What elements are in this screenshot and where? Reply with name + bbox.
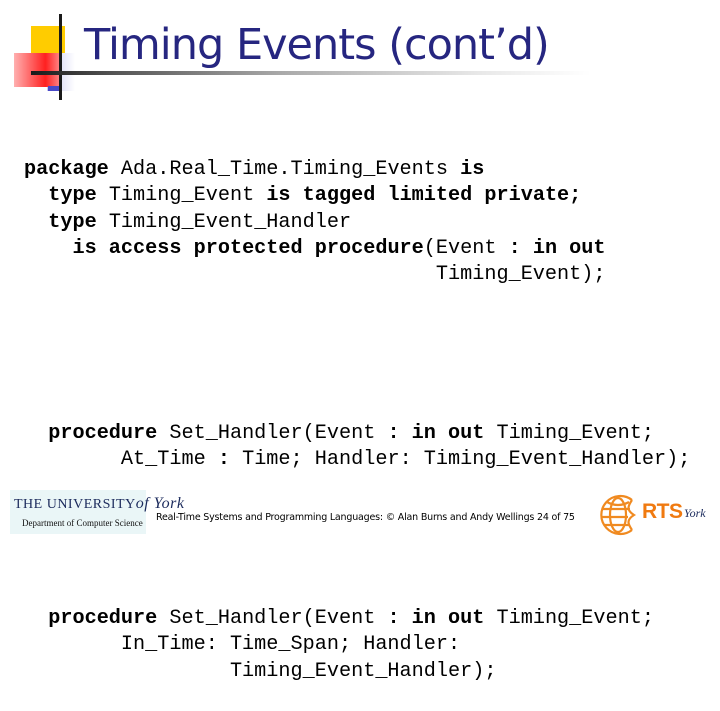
code-text: At_Time xyxy=(24,448,218,472)
code-listing: package Ada.Real_Time.Timing_Events is t… xyxy=(24,104,690,711)
code-line: At_Time : Time; Handler: Timing_Event_Ha… xyxy=(24,447,690,473)
title-decoration xyxy=(0,0,90,100)
globe-icon xyxy=(600,494,637,536)
code-text: Timing_Event xyxy=(96,184,267,208)
code-text: (Event xyxy=(423,237,509,261)
code-keyword: is access protected procedure xyxy=(72,237,424,261)
code-text: Timing_Event; xyxy=(484,606,654,630)
footer-citation: Real-Time Systems and Programming Langua… xyxy=(156,512,575,523)
york-logo-department: Department of Computer Science xyxy=(22,518,143,528)
code-keyword: type xyxy=(48,184,97,208)
code-line: type Timing_Event_Handler xyxy=(24,210,690,236)
code-keyword: procedure xyxy=(48,606,158,630)
vertical-rule xyxy=(59,14,62,100)
package-declaration-block: package Ada.Real_Time.Timing_Events is t… xyxy=(24,157,690,289)
red-square-decoration xyxy=(14,53,59,87)
code-keyword: : in out xyxy=(387,421,485,445)
code-text: Set_Handler(Event xyxy=(157,606,388,630)
code-text: Ada.Real_Time.Timing_Events xyxy=(108,157,461,181)
code-text: Timing_Event; xyxy=(484,421,654,445)
slide-title: Timing Events (cont’d) xyxy=(84,20,550,70)
code-text: Timing_Event_Handler); xyxy=(24,659,497,683)
code-line: package Ada.Real_Time.Timing_Events is xyxy=(24,157,690,183)
code-keyword: is tagged limited private; xyxy=(266,184,582,208)
code-keyword: package xyxy=(24,157,109,181)
code-text: Timing_Event); xyxy=(24,263,606,287)
code-text: Time; Handler: Timing_Event_Handler); xyxy=(229,448,691,472)
code-line: procedure Set_Handler(Event : in out Tim… xyxy=(24,606,690,632)
code-line: type Timing_Event is tagged limited priv… xyxy=(24,183,690,209)
code-text: In_Time: Time_Span; Handler: xyxy=(24,633,461,657)
code-keyword: : in out xyxy=(508,237,606,261)
code-keyword: procedure xyxy=(48,421,158,445)
york-logo-title: THE UNIVERSITYof York xyxy=(14,495,184,513)
code-text: Set_Handler(Event xyxy=(157,421,388,445)
york-logo-script-text: of York xyxy=(135,495,185,512)
code-line: Timing_Event); xyxy=(24,262,690,288)
rts-york-logo: RTS York xyxy=(598,492,716,538)
code-text: Timing_Event_Handler xyxy=(96,210,352,234)
set-handler-in-time-block: procedure Set_Handler(Event : in out Tim… xyxy=(24,606,690,685)
code-keyword: : xyxy=(217,448,230,472)
code-line: is access protected procedure(Event : in… xyxy=(24,236,690,262)
set-handler-at-time-block: procedure Set_Handler(Event : in out Tim… xyxy=(24,421,690,474)
rts-logo-york-text: York xyxy=(684,506,706,520)
rts-logo-text: RTS xyxy=(642,500,683,523)
title-underline xyxy=(31,71,591,75)
code-keyword: type xyxy=(48,210,97,234)
code-line: Timing_Event_Handler); xyxy=(24,659,690,685)
code-keyword: : in out xyxy=(387,606,485,630)
code-line: In_Time: Time_Span; Handler: xyxy=(24,632,690,658)
code-line: procedure Set_Handler(Event : in out Tim… xyxy=(24,421,690,447)
code-keyword: is xyxy=(460,157,485,181)
university-of-york-logo: THE UNIVERSITYof York Department of Comp… xyxy=(10,490,184,534)
york-logo-university-text: THE UNIVERSITY xyxy=(14,497,136,512)
